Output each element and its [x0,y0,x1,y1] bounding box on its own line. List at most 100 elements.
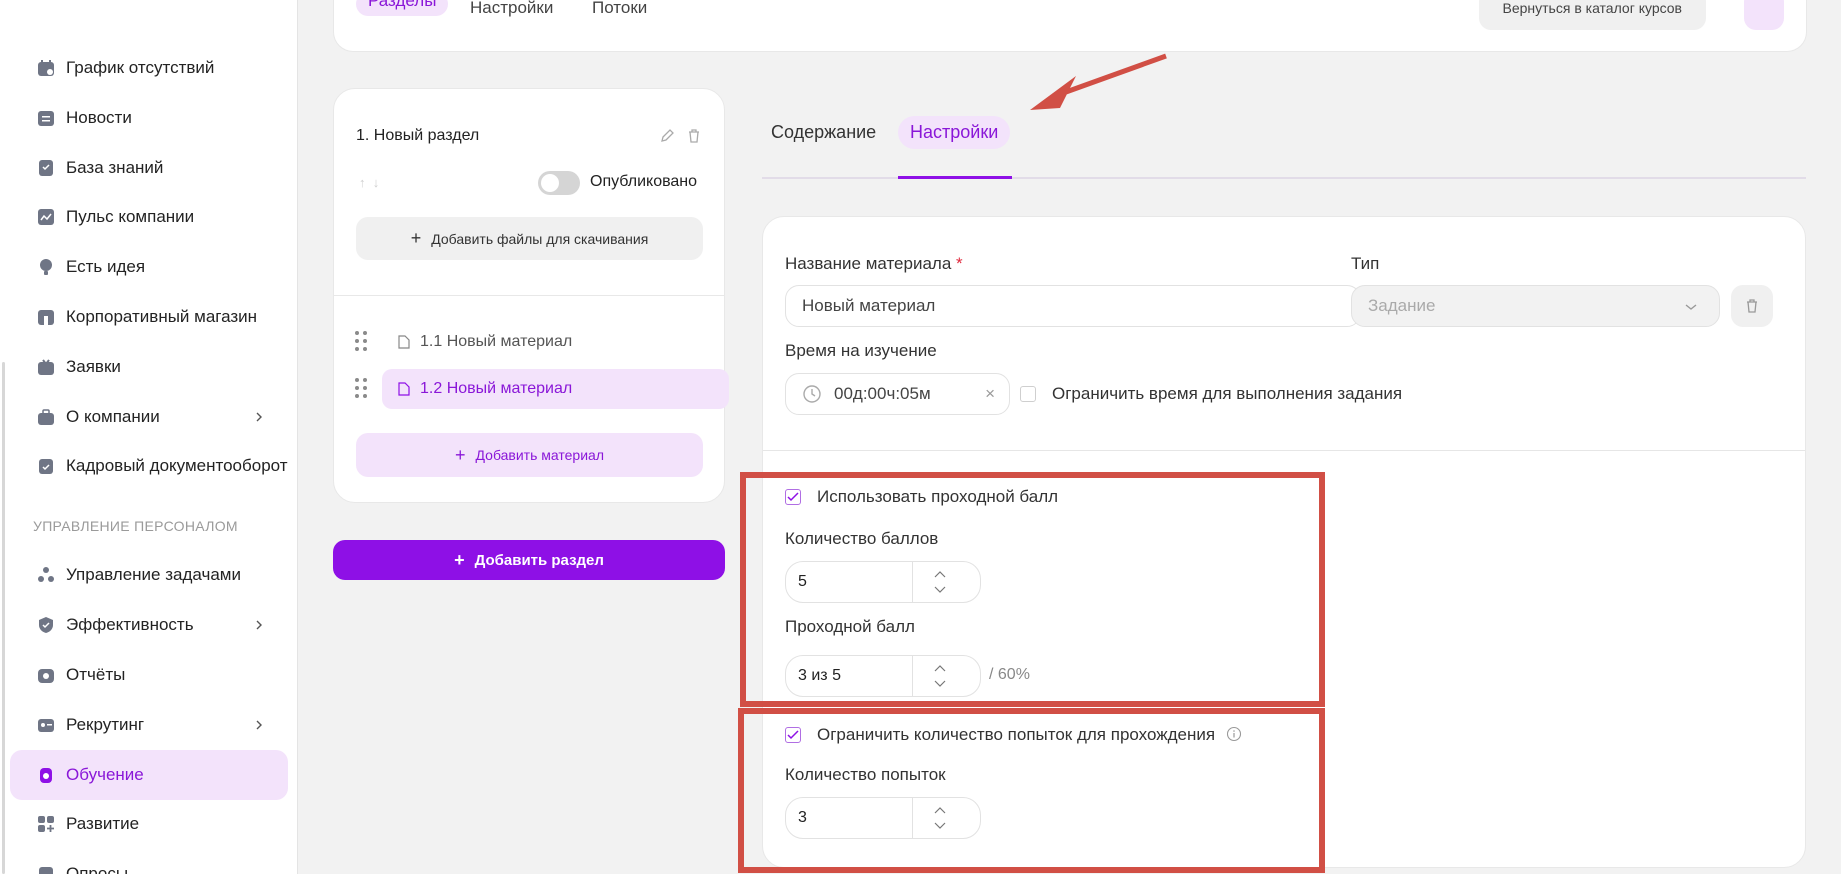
tab-material-settings[interactable]: Настройки [898,116,1011,149]
sidebar-item-about-company[interactable]: О компании [10,392,288,442]
add-material-button[interactable]: + Добавить материал [356,433,703,477]
course-header: Разделы Настройки Потоки Вернуться в кат… [333,0,1807,52]
sidebar-item-news[interactable]: Новости [10,93,288,143]
add-section-label: Добавить раздел [474,551,604,569]
sidebar-item-recruiting[interactable]: Рекрутинг [10,700,288,750]
delete-material-button[interactable] [1731,285,1773,327]
tab-active-indicator [898,176,1012,179]
limit-time-checkbox[interactable] [1020,386,1036,402]
list-item[interactable]: 1.1 Новый материал [352,322,707,362]
material-item[interactable]: 1.1 Новый материал [382,322,729,362]
clear-icon[interactable]: × [985,384,995,404]
section-card: 1. Новый раздел ↑ ↓ Опубликовано + Добав… [333,88,729,503]
drag-handle-icon[interactable] [354,330,368,352]
divider [763,450,1805,451]
add-files-button[interactable]: + Добавить файлы для скачивания [356,217,703,260]
limit-time-label: Ограничить время для выполнения задания [1052,384,1403,403]
sidebar-item-knowledge-base[interactable]: База знаний [10,143,288,193]
sidebar-item-label: График отсутствий [66,58,215,77]
sidebar-item-idea[interactable]: Есть идея [10,242,288,292]
news-icon [36,108,56,128]
briefcase-icon [36,407,56,427]
material-label: 1.2 Новый материал [420,380,573,397]
sidebar-item-label: Заявки [66,357,121,376]
sidebar-item-learning[interactable]: Обучение [10,750,288,800]
inbox-icon [36,357,56,377]
pulse-chart-icon [36,207,56,227]
back-to-catalog-button[interactable]: Вернуться в каталог курсов [1478,0,1706,30]
type-select[interactable]: Задание [1351,285,1720,327]
add-files-label: Добавить файлы для скачивания [431,230,649,247]
trash-icon[interactable] [686,128,702,144]
chevron-down-icon [1685,304,1697,310]
sidebar-item-label: Есть идея [66,257,146,276]
sidebar-item-task-management[interactable]: Управление задачами [10,550,288,600]
sidebar-item-label: Отчёты [66,665,126,684]
material-name-input[interactable]: Новый материал [785,285,1361,327]
type-value: Задание [1368,296,1436,315]
tab-streams[interactable]: Потоки [592,0,647,18]
sidebar-item-company-pulse[interactable]: Пульс компании [10,192,288,242]
sidebar-item-surveys[interactable]: Опросы [10,849,288,874]
annotation-arrow-icon [1030,53,1167,110]
document-icon [398,335,410,349]
reorder-arrows[interactable]: ↑ ↓ [359,175,379,190]
list-item[interactable]: 1.2 Новый материал [352,369,729,409]
sidebar-item-label: Развитие [66,814,140,833]
book-icon [36,158,56,178]
add-section-button[interactable]: + Добавить раздел [333,540,725,580]
clipboard-icon [36,456,56,476]
clock-icon [803,385,821,403]
sidebar-item-efficiency[interactable]: Эффективность [10,600,288,650]
drag-handle-icon[interactable] [354,377,368,399]
tab-sections[interactable]: Разделы [356,0,449,16]
sidebar-item-shop[interactable]: Корпоративный магазин [10,292,288,342]
lightbulb-icon [36,257,56,277]
sidebar-item-label: Новости [66,108,132,127]
sidebar-item-label: Кадровый документооборот [66,456,288,475]
shop-icon [36,307,56,327]
type-label: Тип [1351,254,1380,273]
material-name-value: Новый материал [802,296,936,315]
study-time-input[interactable]: 00д:00ч:05м × [785,373,1010,415]
development-icon [36,814,56,834]
add-material-label: Добавить материал [475,447,604,463]
divider [334,295,724,296]
survey-icon [36,864,56,874]
shield-icon [36,615,56,635]
published-toggle[interactable] [538,171,580,195]
bell-icon[interactable] [1744,0,1784,30]
sidebar: График отсутствий Новости База знаний Пу… [0,0,298,874]
study-time-value: 00д:00ч:05м [834,384,931,403]
sidebar-item-label: Управление задачами [66,565,241,584]
sidebar-item-reports[interactable]: Отчёты [10,650,288,700]
trash-icon [1747,299,1757,313]
tab-settings[interactable]: Настройки [470,0,553,18]
pencil-icon[interactable] [659,128,675,144]
highlight-box-attempts [738,708,1325,873]
sidebar-item-label: База знаний [66,158,164,177]
learning-icon [36,765,56,785]
required-mark: * [956,254,963,273]
material-name-label: Название материала * [785,254,963,274]
tab-content[interactable]: Содержание [771,122,876,143]
sidebar-scrollbar[interactable] [2,362,5,874]
sidebar-item-absence-schedule[interactable]: График отсутствий [10,43,288,93]
plus-icon: + [455,444,466,465]
recruiting-icon [36,715,56,735]
plus-icon: + [454,549,465,570]
sidebar-item-requests[interactable]: Заявки [10,342,288,392]
document-icon [398,382,410,396]
published-label: Опубликовано [590,173,698,190]
sidebar-item-development[interactable]: Развитие [10,799,288,849]
sidebar-section-title: УПРАВЛЕНИЕ ПЕРСОНАЛОМ [33,518,238,534]
section-title: 1. Новый раздел [356,127,480,144]
chevron-right-icon [256,720,262,730]
material-item-active[interactable]: 1.2 Новый материал [382,369,729,409]
tasks-icon [36,565,56,585]
sidebar-item-label: Эффективность [66,615,194,634]
highlight-box-pass-score [740,472,1325,707]
sidebar-item-label: Корпоративный магазин [66,307,258,326]
sidebar-item-hr-docs[interactable]: Кадровый документооборот [10,441,288,491]
reports-icon [36,665,56,685]
